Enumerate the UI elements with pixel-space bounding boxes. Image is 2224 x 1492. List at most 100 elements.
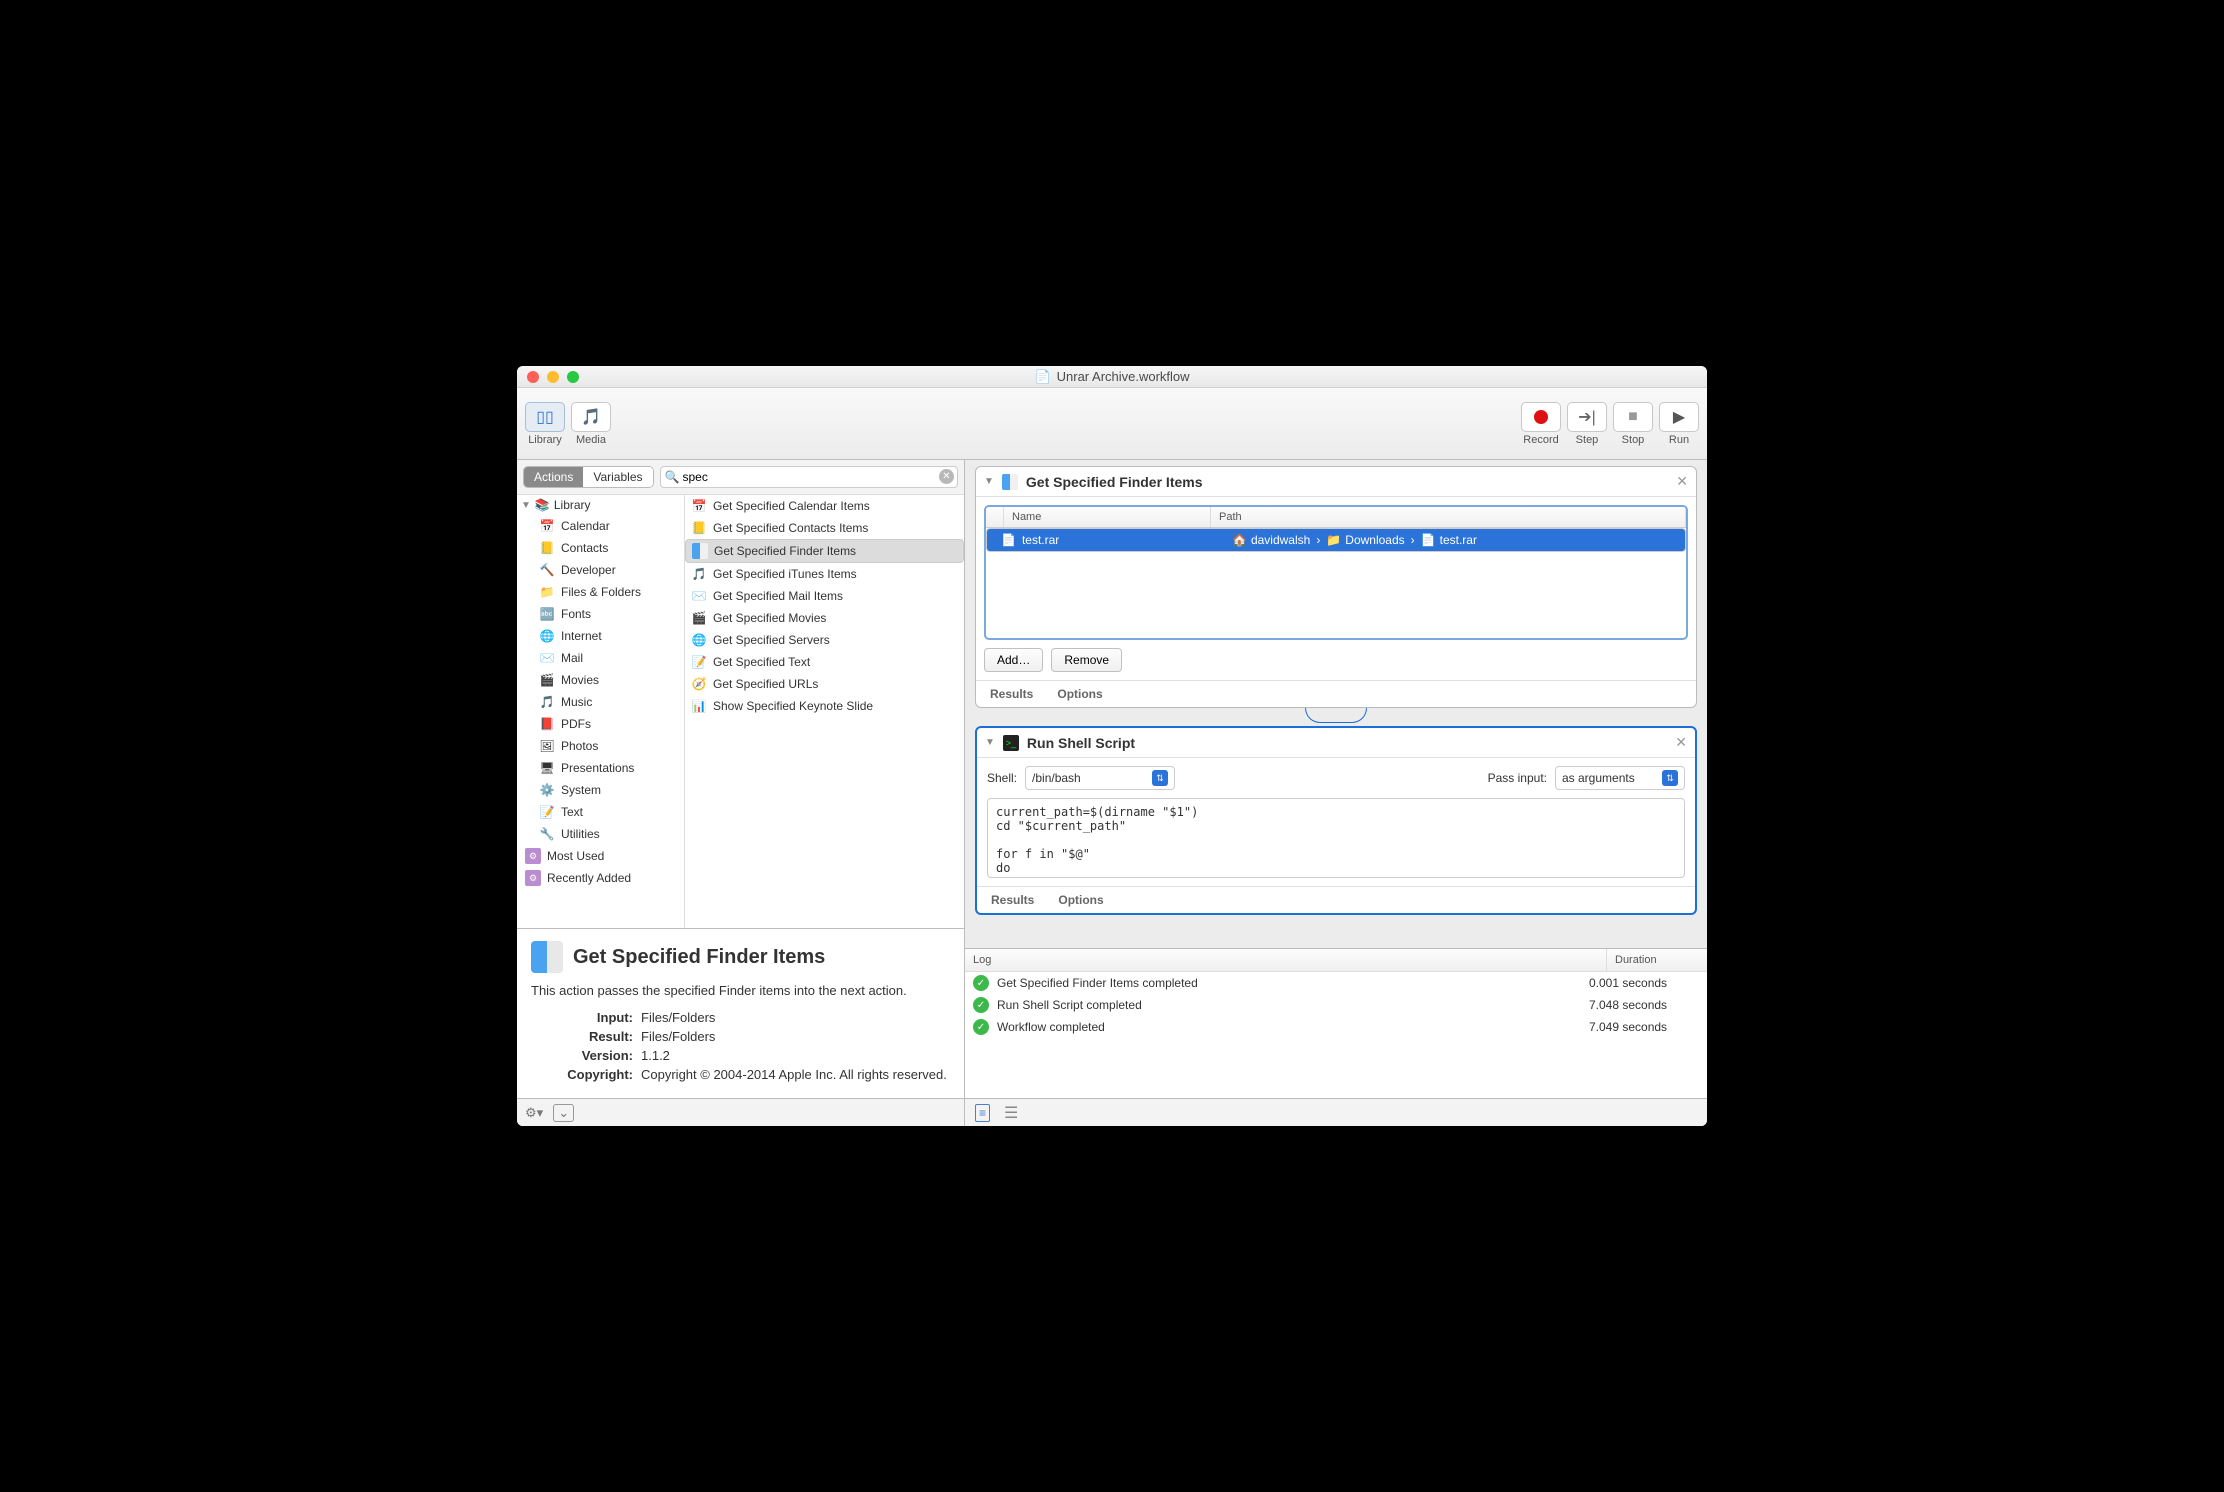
sidebar-item[interactable]: 🔤Fonts bbox=[517, 603, 684, 625]
category-list[interactable]: ▼ 📚 Library 📅Calendar📒Contacts🔨Developer… bbox=[517, 495, 685, 928]
category-icon: 🎬 bbox=[539, 672, 555, 688]
duration-col[interactable]: Duration bbox=[1607, 949, 1707, 971]
tab-actions[interactable]: Actions bbox=[524, 467, 583, 487]
clear-search-icon[interactable]: ✕ bbox=[939, 469, 954, 484]
results-tab[interactable]: Results bbox=[991, 893, 1034, 907]
sidebar-item[interactable]: 🖼Photos bbox=[517, 735, 684, 757]
sidebar-item[interactable]: 📅Calendar bbox=[517, 515, 684, 537]
sidebar-item[interactable]: 🔨Developer bbox=[517, 559, 684, 581]
sidebar-item[interactable]: 🔧Utilities bbox=[517, 823, 684, 845]
finder-icon bbox=[1002, 474, 1018, 490]
action-icon: 📅 bbox=[691, 498, 707, 514]
category-icon: 🖥 bbox=[539, 760, 555, 776]
action-info: Get Specified Finder Items This action p… bbox=[517, 928, 964, 1098]
table-row[interactable]: 📄 test.rar 🏠 davidwalsh › 📁 Downloads › bbox=[986, 528, 1686, 552]
log-view-icon[interactable]: ≡ bbox=[975, 1104, 990, 1122]
sidebar-item[interactable]: 🌐Internet bbox=[517, 625, 684, 647]
sidebar-item[interactable]: 🎵Music bbox=[517, 691, 684, 713]
step-button[interactable]: ➔| Step bbox=[1567, 402, 1607, 446]
select-arrow-icon: ⇅ bbox=[1662, 770, 1678, 786]
library-button[interactable]: ▯▯ Library bbox=[525, 402, 565, 446]
pass-input-label: Pass input: bbox=[1488, 771, 1547, 785]
col-name[interactable]: Name bbox=[1004, 507, 1211, 527]
action-list-item[interactable]: 📒Get Specified Contacts Items bbox=[685, 517, 964, 539]
record-button[interactable]: Record bbox=[1521, 402, 1561, 446]
library-header[interactable]: ▼ 📚 Library bbox=[517, 495, 684, 515]
tab-variables[interactable]: Variables bbox=[583, 467, 652, 487]
library-tabs[interactable]: Actions Variables bbox=[523, 466, 654, 488]
info-description: This action passes the specified Finder … bbox=[531, 983, 950, 998]
file-icon: 📄 bbox=[1001, 533, 1016, 547]
category-icon: 🖼 bbox=[539, 738, 555, 754]
library-icon: ▯▯ bbox=[536, 407, 554, 427]
chevron-right-icon: › bbox=[1316, 533, 1320, 547]
options-tab[interactable]: Options bbox=[1057, 687, 1102, 701]
step-icon: ➔| bbox=[1578, 407, 1596, 427]
record-icon bbox=[1534, 410, 1548, 424]
action-list-item[interactable]: 📅Get Specified Calendar Items bbox=[685, 495, 964, 517]
sidebar-item[interactable]: 🎬Movies bbox=[517, 669, 684, 691]
disclosure-triangle-icon[interactable]: ▼ bbox=[521, 500, 531, 511]
toggle-info-icon[interactable]: ⌄ bbox=[553, 1104, 574, 1122]
close-icon[interactable]: ✕ bbox=[1675, 734, 1687, 751]
pass-input-select[interactable]: as arguments ⇅ bbox=[1555, 766, 1685, 790]
folder-icon: 📁 bbox=[1326, 533, 1341, 547]
titlebar: 📄 Unrar Archive.workflow bbox=[517, 366, 1707, 388]
remove-button[interactable]: Remove bbox=[1051, 648, 1122, 672]
script-editor[interactable]: current_path=$(dirname "$1") cd "$curren… bbox=[987, 798, 1685, 878]
shell-select[interactable]: /bin/bash ⇅ bbox=[1025, 766, 1175, 790]
action-list-item[interactable]: ✉️Get Specified Mail Items bbox=[685, 585, 964, 607]
action-list-item[interactable]: Get Specified Finder Items bbox=[685, 539, 964, 563]
sidebar-item[interactable]: 📒Contacts bbox=[517, 537, 684, 559]
disclosure-triangle-icon[interactable]: ▼ bbox=[985, 737, 995, 748]
add-button[interactable]: Add… bbox=[984, 648, 1043, 672]
workflow-action-finder[interactable]: ▼ Get Specified Finder Items ✕ Name Path bbox=[975, 466, 1697, 708]
stop-button[interactable]: ■ Stop bbox=[1613, 402, 1653, 446]
log-col[interactable]: Log bbox=[965, 949, 1607, 971]
options-tab[interactable]: Options bbox=[1058, 893, 1103, 907]
minimize-icon[interactable] bbox=[547, 371, 559, 383]
gear-icon[interactable]: ⚙︎▾ bbox=[525, 1105, 543, 1121]
sidebar-item[interactable]: 📁Files & Folders bbox=[517, 581, 684, 603]
sidebar-smart-item[interactable]: ⚙Most Used bbox=[517, 845, 684, 867]
window-title: 📄 Unrar Archive.workflow bbox=[1034, 369, 1189, 385]
action-list-item[interactable]: 📝Get Specified Text bbox=[685, 651, 964, 673]
sidebar-item[interactable]: 📕PDFs bbox=[517, 713, 684, 735]
log-row: ✓Get Specified Finder Items completed0.0… bbox=[965, 972, 1707, 994]
log-row: ✓Workflow completed7.049 seconds bbox=[965, 1016, 1707, 1038]
sidebar-smart-item[interactable]: ⚙Recently Added bbox=[517, 867, 684, 889]
action-list-item[interactable]: 🌐Get Specified Servers bbox=[685, 629, 964, 651]
search-input[interactable]: 🔍 ✕ bbox=[660, 466, 959, 488]
disclosure-triangle-icon[interactable]: ▼ bbox=[984, 476, 994, 487]
library-pane: Actions Variables 🔍 ✕ ▼ 📚 Library 📅Ca bbox=[517, 460, 965, 1126]
action-list[interactable]: 📅Get Specified Calendar Items📒Get Specif… bbox=[685, 495, 964, 928]
finder-icon bbox=[531, 941, 563, 973]
sidebar-item[interactable]: 🖥Presentations bbox=[517, 757, 684, 779]
checkmark-icon: ✓ bbox=[973, 975, 989, 991]
col-path[interactable]: Path bbox=[1211, 507, 1686, 527]
run-button[interactable]: ▶ Run bbox=[1659, 402, 1699, 446]
sidebar-item[interactable]: 📝Text bbox=[517, 801, 684, 823]
sidebar-item[interactable]: ⚙️System bbox=[517, 779, 684, 801]
close-icon[interactable]: ✕ bbox=[1676, 473, 1688, 490]
zoom-icon[interactable] bbox=[567, 371, 579, 383]
file-icon: 📄 bbox=[1421, 533, 1436, 547]
workflow-action-shell[interactable]: ▼ >_ Run Shell Script ✕ Shell: /bin/bash… bbox=[975, 726, 1697, 915]
action-list-item[interactable]: 🎬Get Specified Movies bbox=[685, 607, 964, 629]
action-icon: 📊 bbox=[691, 698, 707, 714]
sidebar-item[interactable]: ✉️Mail bbox=[517, 647, 684, 669]
action-list-item[interactable]: 🧭Get Specified URLs bbox=[685, 673, 964, 695]
traffic-lights bbox=[517, 371, 579, 383]
action-list-item[interactable]: 📊Show Specified Keynote Slide bbox=[685, 695, 964, 717]
media-button[interactable]: 🎵 Media bbox=[571, 402, 611, 446]
results-tab[interactable]: Results bbox=[990, 687, 1033, 701]
automator-window: 📄 Unrar Archive.workflow ▯▯ Library 🎵 Me… bbox=[517, 366, 1707, 1126]
smart-folder-icon: ⚙ bbox=[525, 870, 541, 886]
workflow-connector bbox=[975, 708, 1697, 726]
action-list-item[interactable]: 🎵Get Specified iTunes Items bbox=[685, 563, 964, 585]
log-row: ✓Run Shell Script completed7.048 seconds bbox=[965, 994, 1707, 1016]
checkmark-icon: ✓ bbox=[973, 1019, 989, 1035]
close-icon[interactable] bbox=[527, 371, 539, 383]
finder-items-table[interactable]: Name Path 📄 test.rar bbox=[984, 505, 1688, 640]
variables-view-icon[interactable]: ☰ bbox=[1004, 1103, 1018, 1123]
